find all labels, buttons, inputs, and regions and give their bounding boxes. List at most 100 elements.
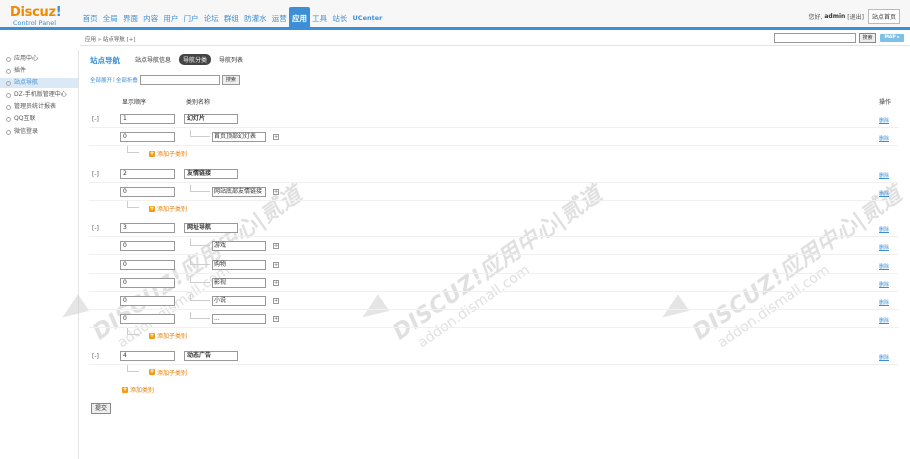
sub-tab[interactable]: 导航分类 <box>179 54 212 65</box>
delete-link[interactable]: 删除 <box>879 281 889 288</box>
top-nav-item[interactable]: 内容 <box>141 10 161 27</box>
child-name-input[interactable]: 影视 <box>212 277 266 288</box>
column-header-order: 显示顺序 <box>122 99 147 106</box>
add-child-plus-icon[interactable]: + <box>273 316 279 323</box>
add-child-plus-icon[interactable]: + <box>273 298 279 304</box>
child-order-input[interactable]: 0 <box>120 132 175 143</box>
sub-tab[interactable]: 站点导航信息 <box>133 54 173 65</box>
sidebar-item[interactable]: 管理员统计报表 <box>0 102 78 112</box>
tree-connector <box>190 257 210 265</box>
sub-tab[interactable]: 导航列表 <box>217 54 245 65</box>
top-nav-item[interactable]: 应用 <box>289 7 310 27</box>
tree-connector <box>127 364 139 372</box>
child-name-input[interactable]: 首页顶部幻灯表 <box>212 132 266 143</box>
expand-all-link[interactable]: 全部展开 <box>90 76 112 84</box>
breadcrumb: 应用 » 站点导航 [+] <box>85 35 136 43</box>
sidebar-item[interactable]: 应用中心 <box>0 54 78 64</box>
delete-link[interactable]: 删除 <box>879 244 889 251</box>
category-name-input[interactable]: 幻灯片 <box>184 114 238 124</box>
row-divider <box>89 127 899 128</box>
sidebar-item[interactable]: DZ-手机版管理中心 <box>0 90 78 100</box>
top-nav-item[interactable]: UCenter <box>350 10 385 27</box>
child-order-input[interactable]: 0 <box>120 296 175 306</box>
category-toggle[interactable]: [-] <box>92 353 99 360</box>
delete-link[interactable]: 删除 <box>879 190 889 197</box>
link-separator: | <box>113 77 115 83</box>
top-nav-item[interactable]: 运营 <box>269 10 289 27</box>
top-nav-item[interactable]: 首页 <box>80 10 100 27</box>
map-button[interactable]: MAP ▸ <box>880 34 904 42</box>
child-name-input[interactable]: 小说 <box>212 296 266 306</box>
submit-button[interactable]: 提交 <box>91 403 111 414</box>
category-order-input[interactable]: 1 <box>120 114 175 124</box>
delete-link[interactable]: 删除 <box>879 226 889 233</box>
delete-link[interactable]: 删除 <box>879 354 889 361</box>
child-name-input[interactable]: 游戏 <box>212 241 266 252</box>
admin-search-button[interactable]: 搜索 <box>859 33 876 43</box>
add-child-plus-icon[interactable]: + <box>273 134 279 141</box>
add-child-link[interactable]: + 添加子类别 <box>149 204 187 213</box>
discuz-logo[interactable]: Discuz! Control Panel <box>10 6 62 28</box>
category-toggle[interactable]: [-] <box>92 116 99 123</box>
column-header-action: 操作 <box>879 99 892 106</box>
category-order-input[interactable]: 3 <box>120 223 175 234</box>
add-shortcut-link[interactable]: [+] <box>127 37 136 43</box>
add-child-plus-icon[interactable]: + <box>273 243 279 250</box>
category-name-input[interactable]: 动态广告 <box>184 350 238 361</box>
breadcrumb-bar: 应用 » 站点导航 [+] 搜索 MAP ▸ <box>80 33 910 46</box>
greeting-text: 您好, <box>808 14 823 21</box>
add-child-label: 添加子类别 <box>157 206 188 213</box>
top-nav-item[interactable]: 用户 <box>161 10 181 27</box>
child-order-input[interactable]: 0 <box>120 314 175 325</box>
category-name-input[interactable]: 友情链接 <box>184 168 238 179</box>
category-toggle[interactable]: [-] <box>92 171 99 178</box>
category-name-input[interactable]: 网址导航 <box>184 223 238 234</box>
category-search-button[interactable]: 搜索 <box>221 75 240 85</box>
child-name-input[interactable]: ... <box>212 314 266 325</box>
delete-link[interactable]: 删除 <box>879 317 889 324</box>
child-order-input[interactable]: 0 <box>120 241 175 252</box>
collapse-all-link[interactable]: 全部折叠 <box>116 76 138 84</box>
top-nav-item[interactable]: 群组 <box>221 10 241 27</box>
child-name-input[interactable]: 网站底部友情链接 <box>212 186 266 197</box>
sidebar-item[interactable]: 微信登录 <box>0 127 78 137</box>
category-order-input[interactable]: 4 <box>120 350 175 361</box>
add-child-link[interactable]: + 添加子类别 <box>149 331 187 340</box>
add-child-plus-icon[interactable]: + <box>273 261 279 268</box>
add-child-label: 添加子类别 <box>157 151 188 159</box>
delete-link[interactable]: 删除 <box>879 135 889 142</box>
row-divider <box>89 254 899 256</box>
sidebar-item[interactable]: QQ互联 <box>0 114 78 124</box>
top-nav-item[interactable]: 界面 <box>120 10 140 27</box>
top-nav-item[interactable]: 门户 <box>181 10 201 27</box>
add-child-plus-icon[interactable]: + <box>273 279 279 286</box>
add-icon: + <box>149 204 155 212</box>
sidebar-item[interactable]: 插件 <box>0 66 78 76</box>
top-nav-item[interactable]: 全局 <box>100 10 120 27</box>
add-child-plus-icon[interactable]: + <box>273 188 279 195</box>
delete-link[interactable]: 删除 <box>879 299 889 306</box>
sidebar-item[interactable]: 站点导航 <box>0 78 78 89</box>
top-nav-item[interactable]: 防灌水 <box>242 10 270 27</box>
child-order-input[interactable]: 0 <box>120 186 175 197</box>
delete-link[interactable]: 删除 <box>879 117 889 124</box>
top-nav-item[interactable]: 论坛 <box>201 10 221 27</box>
watermark: DISCUZ!应用中心|贰道 addon.dismall.com <box>385 177 617 359</box>
delete-link[interactable]: 删除 <box>879 263 889 270</box>
top-nav-item[interactable]: 工具 <box>310 10 330 27</box>
logout-link[interactable]: [退出] <box>847 12 864 21</box>
add-child-link[interactable]: + 添加子类别 <box>149 149 187 158</box>
site-home-button[interactable]: 站点首页 <box>867 9 900 24</box>
child-order-input[interactable]: 0 <box>120 259 175 270</box>
admin-search-input[interactable] <box>774 33 856 43</box>
category-order-input[interactable]: 2 <box>120 168 175 179</box>
category-filter-input[interactable] <box>139 75 220 85</box>
child-name-input[interactable]: 购物 <box>212 259 266 270</box>
delete-link[interactable]: 删除 <box>879 172 889 179</box>
add-child-link[interactable]: + 添加子类别 <box>149 368 187 377</box>
child-order-input[interactable]: 0 <box>120 277 175 288</box>
watermark-arrow-icon <box>656 294 690 326</box>
category-toggle[interactable]: [-] <box>92 225 99 232</box>
add-category-link[interactable]: + 添加类别 <box>122 385 154 394</box>
top-nav-item[interactable]: 站长 <box>330 10 350 27</box>
